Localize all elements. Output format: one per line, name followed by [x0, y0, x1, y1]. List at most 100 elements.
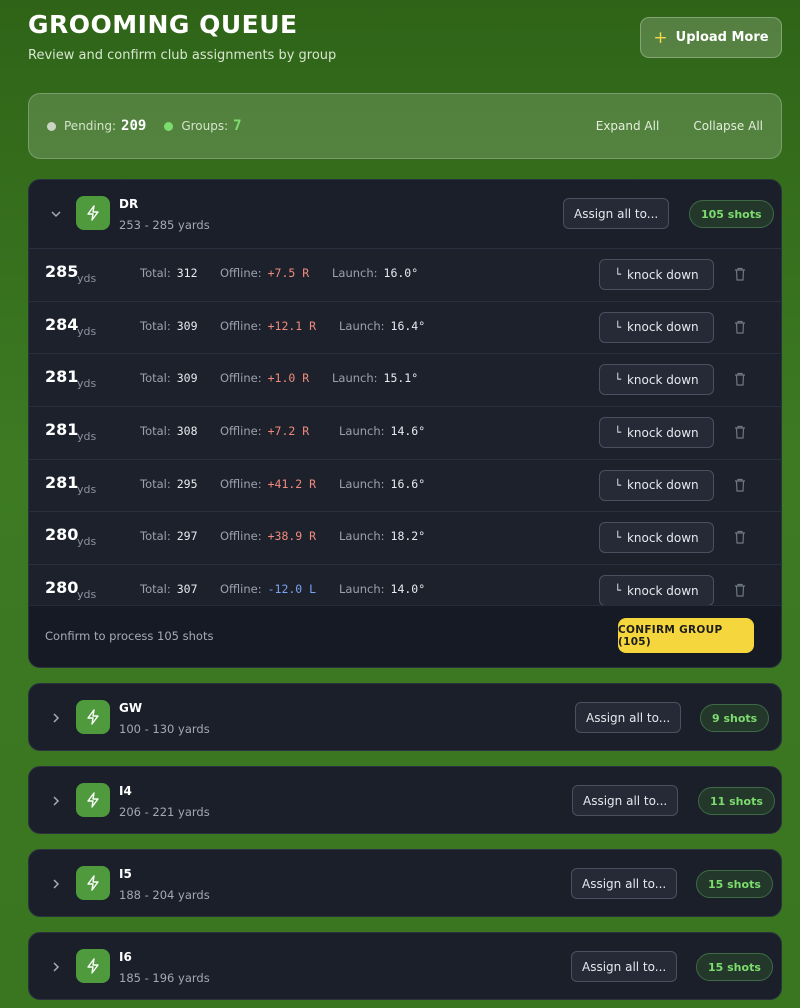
launch-label: Launch:: [332, 266, 378, 280]
lightning-icon: [76, 949, 110, 983]
offline-value: +38.9 R: [267, 529, 317, 544]
shots-count-badge: 9 shots: [700, 704, 770, 732]
assign-all-button[interactable]: Assign all to...: [572, 785, 679, 816]
trash-icon[interactable]: [734, 582, 748, 598]
yards-unit: yds: [77, 482, 97, 496]
page-subtitle: Review and confirm club assignments by g…: [28, 48, 337, 63]
offline-value: +41.2 R: [267, 476, 317, 491]
lightning-icon: [76, 783, 110, 817]
shot-list[interactable]: 285 yds Total: 312 Offline: +7.5 R Launch: 16.0…: [29, 248, 781, 605]
shots-count-badge: 11 shots: [698, 787, 775, 815]
launch-value: 15.1°: [383, 371, 419, 386]
knock-down-button[interactable]: └ knock down: [599, 575, 714, 605]
shot-row: 281 yds Total: 295 Offline: +41.2 R Launch: 16.…: [29, 459, 781, 513]
launch-label: Launch:: [332, 371, 378, 386]
knock-down-label: knock down: [626, 372, 699, 387]
offline-label: Offline:: [220, 582, 262, 597]
carry-yards: 281: [45, 472, 79, 492]
club-range: 206 - 221 yards: [119, 805, 210, 819]
knock-down-label: knock down: [626, 478, 699, 493]
total-metric: Total: 297: [140, 529, 198, 543]
trash-icon[interactable]: [734, 266, 748, 282]
offline-metric: Offline: +38.9 R: [220, 529, 316, 543]
upload-more-label: Upload More: [675, 30, 769, 45]
shot-row: 284 yds Total: 309 Offline: +12.1 R Launch: 16.…: [29, 301, 781, 355]
group-header[interactable]: I4 206 - 221 yards Assign all to... 11 s…: [29, 767, 781, 833]
knock-down-button[interactable]: └ knock down: [599, 469, 714, 501]
corner-arrow-icon: └: [614, 584, 621, 598]
knock-down-button[interactable]: └ knock down: [599, 259, 714, 290]
group-header[interactable]: I5 188 - 204 yards Assign all to... 15 s…: [29, 850, 781, 916]
stats-bar: Pending: 209 Groups: 7 Expand All Collap…: [28, 93, 782, 159]
offline-label: Offline:: [220, 424, 262, 439]
total-metric: Total: 308: [140, 424, 198, 438]
assign-all-button[interactable]: Assign all to...: [563, 198, 670, 229]
collapse-all-button[interactable]: Collapse All: [693, 119, 763, 133]
total-label: Total:: [140, 266, 171, 280]
chevron-down-icon[interactable]: [49, 207, 63, 221]
trash-icon[interactable]: [734, 371, 748, 387]
launch-value: 14.0°: [390, 582, 426, 597]
launch-label: Launch:: [339, 424, 385, 439]
offline-metric: Offline: +1.0 R: [220, 371, 309, 385]
club-range: 253 - 285 yards: [119, 218, 210, 232]
page-title: GROOMING QUEUE: [28, 10, 298, 39]
shot-row: 281 yds Total: 309 Offline: +1.0 R Launch: 15.1…: [29, 354, 781, 408]
offline-label: Offline:: [220, 266, 262, 280]
club-name: I6: [119, 950, 132, 964]
assign-all-button[interactable]: Assign all to...: [575, 702, 682, 733]
groups-value: 7: [233, 118, 242, 134]
knock-down-label: knock down: [626, 530, 699, 545]
chevron-right-icon[interactable]: [49, 960, 63, 974]
offline-label: Offline:: [220, 371, 262, 386]
yards-unit: yds: [77, 377, 97, 391]
club-range: 100 - 130 yards: [119, 722, 210, 736]
carry-yards: 284: [45, 314, 79, 334]
assign-all-button[interactable]: Assign all to...: [571, 951, 678, 982]
trash-icon[interactable]: [734, 319, 748, 335]
knock-down-button[interactable]: └ knock down: [599, 417, 714, 449]
knock-down-button[interactable]: └ knock down: [599, 364, 714, 396]
yards-unit: yds: [77, 272, 97, 285]
confirm-group-button[interactable]: CONFIRM GROUP (105): [618, 618, 754, 653]
carry-yards: 285: [45, 262, 79, 281]
chevron-right-icon[interactable]: [49, 877, 63, 891]
yards-unit: yds: [77, 535, 97, 549]
corner-arrow-icon: └: [614, 373, 621, 387]
groups-dot-icon: [164, 121, 174, 131]
club-group-dr: DR 253 - 285 yards Assign all to... 105 …: [28, 179, 782, 668]
expand-all-button[interactable]: Expand All: [596, 119, 660, 133]
group-header[interactable]: GW 100 - 130 yards Assign all to... 9 sh…: [29, 684, 781, 750]
group-header[interactable]: DR 253 - 285 yards Assign all to... 105 …: [29, 180, 781, 248]
shots-count-badge: 15 shots: [696, 870, 773, 898]
group-footer: Confirm to process 105 shots CONFIRM GRO…: [29, 605, 781, 667]
groups-label: Groups:: [181, 119, 229, 133]
chevron-right-icon[interactable]: [49, 711, 63, 725]
yards-unit: yds: [77, 588, 97, 602]
total-label: Total:: [140, 529, 171, 544]
trash-icon[interactable]: [734, 424, 748, 440]
plus-icon: +: [653, 27, 668, 48]
upload-more-button[interactable]: + Upload More: [640, 17, 782, 58]
groups-stat: Groups: 7: [164, 118, 242, 134]
offline-value: +7.5 R: [267, 266, 310, 280]
total-value: 309: [176, 318, 198, 333]
club-group-gw: GW 100 - 130 yards Assign all to... 9 sh…: [28, 683, 782, 751]
knock-down-button[interactable]: └ knock down: [599, 522, 714, 554]
offline-metric: Offline: +41.2 R: [220, 477, 316, 491]
group-header[interactable]: I6 185 - 196 yards Assign all to... 15 s…: [29, 933, 781, 999]
total-value: 312: [176, 266, 198, 280]
chevron-right-icon[interactable]: [49, 794, 63, 808]
shots-count-badge: 15 shots: [696, 953, 773, 981]
trash-icon[interactable]: [734, 529, 748, 545]
knock-down-button[interactable]: └ knock down: [599, 311, 714, 343]
total-metric: Total: 312: [140, 266, 198, 280]
carry-yards: 280: [45, 578, 79, 598]
trash-icon[interactable]: [734, 477, 748, 493]
club-group-i6: I6 185 - 196 yards Assign all to... 15 s…: [28, 932, 782, 1000]
launch-metric: Launch: 18.2°: [339, 529, 425, 543]
assign-all-button[interactable]: Assign all to...: [571, 868, 678, 899]
pending-stat: Pending: 209: [47, 118, 146, 134]
pending-value: 209: [121, 118, 147, 134]
launch-value: 14.6°: [390, 424, 426, 439]
